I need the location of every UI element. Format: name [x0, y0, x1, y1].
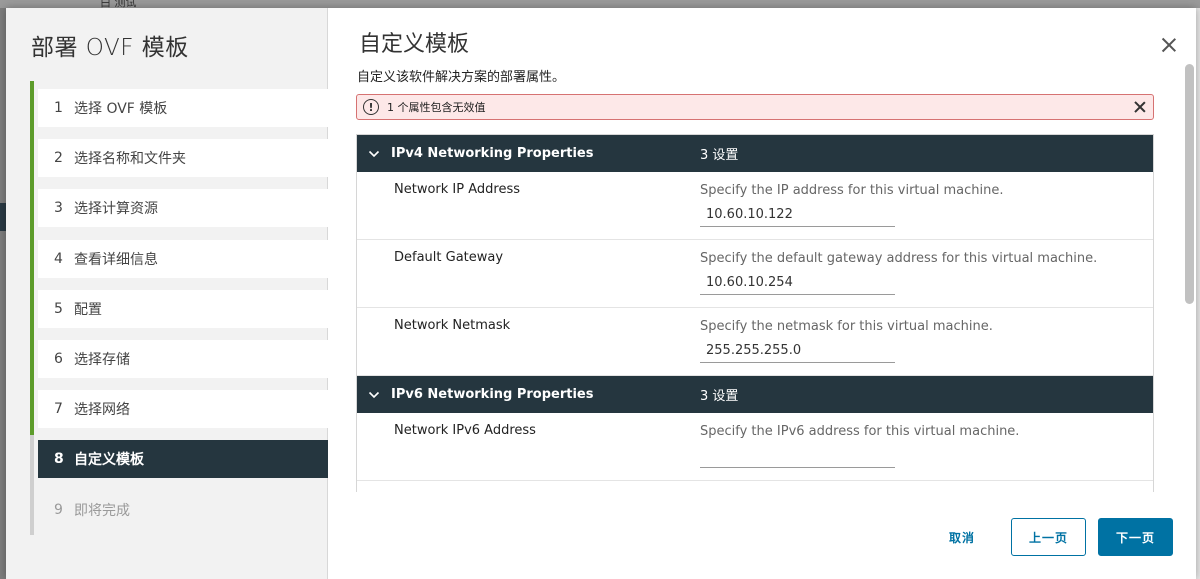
chevron-down-icon[interactable] — [357, 389, 391, 401]
property-row: Network Netmask Specify the netmask for … — [357, 308, 1153, 376]
property-row: Network IP Address Specify the IP addres… — [357, 172, 1153, 240]
progress-rail — [30, 81, 34, 435]
step-select-compute-resource[interactable]: 3 选择计算资源 — [38, 189, 328, 228]
network-ip-address-input[interactable] — [700, 203, 895, 227]
background-app-header — [0, 0, 1200, 8]
step-number: 5 — [54, 300, 63, 317]
alert-text: 1 个属性包含无效值 — [387, 101, 486, 114]
close-dialog-icon[interactable] — [1158, 34, 1180, 56]
step-number: 2 — [54, 150, 63, 167]
step-label: 查看详细信息 — [74, 251, 158, 268]
property-row: Default Gateway Specify the default gate… — [357, 240, 1153, 308]
step-number: 3 — [54, 200, 63, 217]
wizard-title: 部署 OVF 模板 — [31, 35, 189, 61]
background-app-fragment: 白 测试 — [100, 0, 137, 9]
group-header-ipv4: IPv4 Networking Properties 3 设置 — [357, 135, 1153, 172]
step-select-ovf-template[interactable]: 1 选择 OVF 模板 — [38, 89, 328, 127]
property-label: Network Netmask — [394, 318, 511, 333]
default-gateway-input[interactable] — [700, 271, 895, 295]
property-label: Network IPv6 Address — [394, 423, 536, 438]
step-select-networks[interactable]: 7 选择网络 — [38, 390, 328, 429]
wizard-content: 自定义模板 自定义该软件解决方案的部署属性。 ! 1 个属性包含无效值 IPv4… — [328, 8, 1196, 579]
step-ready-to-complete: 9 即将完成 — [38, 491, 328, 529]
property-description: Specify the IP address for this virtual … — [700, 183, 1004, 198]
property-description: Specify the IPv6 address for this virtua… — [700, 424, 1020, 439]
content-scrollbar[interactable] — [1182, 64, 1196, 544]
group-count: 3 设置 — [700, 148, 739, 163]
step-number: 7 — [54, 401, 63, 418]
chevron-down-icon[interactable] — [357, 148, 391, 160]
property-label: Default Gateway — [394, 250, 504, 265]
property-row: Network IPv6 Address Specify the IPv6 ad… — [357, 413, 1153, 481]
group-header-ipv6: IPv6 Networking Properties 3 设置 — [357, 376, 1153, 413]
step-number: 8 — [54, 451, 64, 468]
alert-close-icon[interactable] — [1133, 100, 1147, 114]
step-label: 选择计算资源 — [74, 201, 158, 218]
scrollbar-thumb[interactable] — [1185, 64, 1194, 304]
wizard-nav: 部署 OVF 模板 1 选择 OVF 模板 2 选择名称和文件夹 3 选择计算资源 4… — [6, 8, 328, 579]
property-label: Network IP Address — [394, 182, 520, 197]
step-review-details[interactable]: 4 查看详细信息 — [38, 239, 328, 278]
step-select-name-folder[interactable]: 2 选择名称和文件夹 — [38, 139, 328, 178]
previous-button[interactable]: 上一页 — [1011, 518, 1086, 556]
properties-grid: IPv4 Networking Properties 3 设置 Network … — [356, 134, 1154, 492]
step-select-storage[interactable]: 6 选择存储 — [38, 339, 328, 378]
alert-exclamation-icon: ! — [363, 99, 379, 115]
step-label: 选择网络 — [74, 402, 130, 419]
step-number: 6 — [54, 350, 63, 367]
deploy-ovf-dialog: 部署 OVF 模板 1 选择 OVF 模板 2 选择名称和文件夹 3 选择计算资源 4… — [6, 8, 1196, 579]
step-number: 1 — [54, 100, 63, 116]
step-configuration[interactable]: 5 配置 — [38, 289, 328, 328]
step-customize-template[interactable]: 8 自定义模板 — [38, 440, 328, 479]
step-label: 即将完成 — [74, 502, 130, 519]
group-name: IPv6 Networking Properties — [391, 387, 594, 402]
next-button[interactable]: 下一页 — [1098, 518, 1173, 556]
step-number: 4 — [54, 250, 63, 267]
step-label: 选择存储 — [74, 351, 130, 368]
group-name: IPv4 Networking Properties — [391, 146, 594, 161]
page-subtitle: 自定义该软件解决方案的部署属性。 — [357, 70, 566, 85]
step-label: 选择 OVF 模板 — [74, 101, 168, 117]
cancel-button[interactable]: 取消 — [932, 518, 992, 556]
wizard-steps: 1 选择 OVF 模板 2 选择名称和文件夹 3 选择计算资源 4 查看详细信息 5 配置… — [38, 89, 328, 541]
step-label: 配置 — [74, 301, 102, 318]
network-ipv6-address-input[interactable] — [700, 444, 895, 468]
step-label: 选择名称和文件夹 — [74, 151, 186, 168]
step-number: 9 — [54, 501, 63, 518]
network-netmask-input[interactable] — [700, 339, 895, 363]
progress-rail-remaining — [30, 435, 34, 535]
property-description: Specify the default gateway address for … — [700, 251, 1098, 266]
page-title: 自定义模板 — [359, 32, 470, 57]
property-description: Specify the netmask for this virtual mac… — [700, 319, 993, 334]
group-count: 3 设置 — [700, 389, 739, 404]
step-label: 自定义模板 — [74, 452, 144, 469]
error-alert: ! 1 个属性包含无效值 — [356, 94, 1154, 120]
